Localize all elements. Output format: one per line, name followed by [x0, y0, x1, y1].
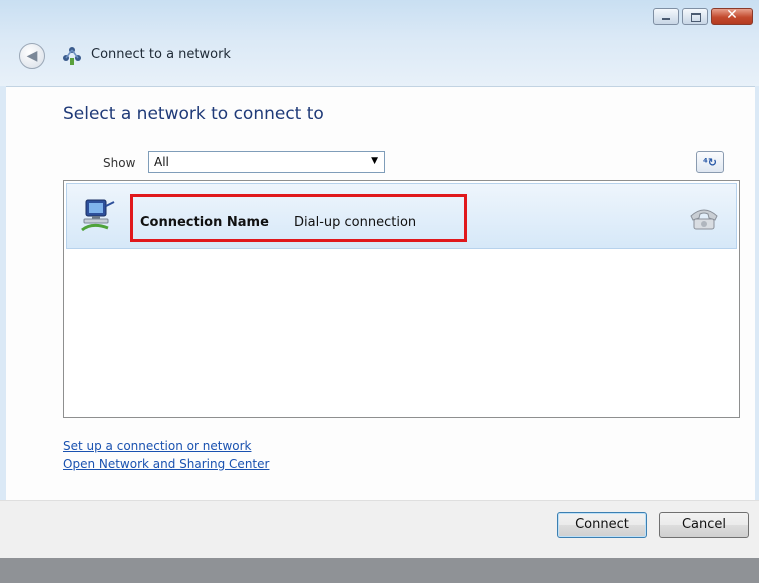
close-button[interactable]: ✕ — [711, 7, 753, 25]
window-title: Connect to a network — [91, 47, 231, 62]
dialup-network-icon — [81, 199, 115, 232]
show-label: Show — [103, 156, 136, 170]
back-arrow-icon: ◀ — [26, 48, 38, 64]
window-frame-right — [755, 86, 759, 500]
connect-button[interactable]: Connect — [557, 512, 647, 538]
refresh-icon: ⁴↻ — [702, 155, 718, 169]
maximize-icon — [691, 13, 701, 22]
page-heading: Select a network to connect to — [63, 104, 324, 124]
window-controls: ✕ — [653, 7, 753, 25]
title-bar: ✕ ◀ Connect to a network — [0, 0, 759, 87]
network-sharing-center-link[interactable]: Open Network and Sharing Center — [63, 457, 269, 471]
chevron-down-icon: ▼ — [371, 156, 378, 166]
highlight-box — [130, 194, 467, 242]
connect-to-network-window: ✕ ◀ Connect to a network Select a networ… — [0, 0, 759, 558]
setup-connection-link[interactable]: Set up a connection or network — [63, 439, 251, 453]
maximize-button[interactable] — [682, 8, 708, 25]
telephone-icon — [690, 209, 718, 230]
refresh-button[interactable]: ⁴↻ — [696, 151, 724, 173]
show-filter-select[interactable]: All ▼ — [148, 151, 385, 173]
cancel-button[interactable]: Cancel — [659, 512, 749, 538]
network-icon — [63, 47, 81, 65]
back-button[interactable]: ◀ — [19, 43, 45, 69]
close-icon: ✕ — [726, 7, 738, 23]
minimize-button[interactable] — [653, 8, 679, 25]
window-frame-left — [0, 86, 6, 500]
show-filter-value: All — [154, 155, 169, 169]
minimize-icon — [662, 18, 670, 20]
